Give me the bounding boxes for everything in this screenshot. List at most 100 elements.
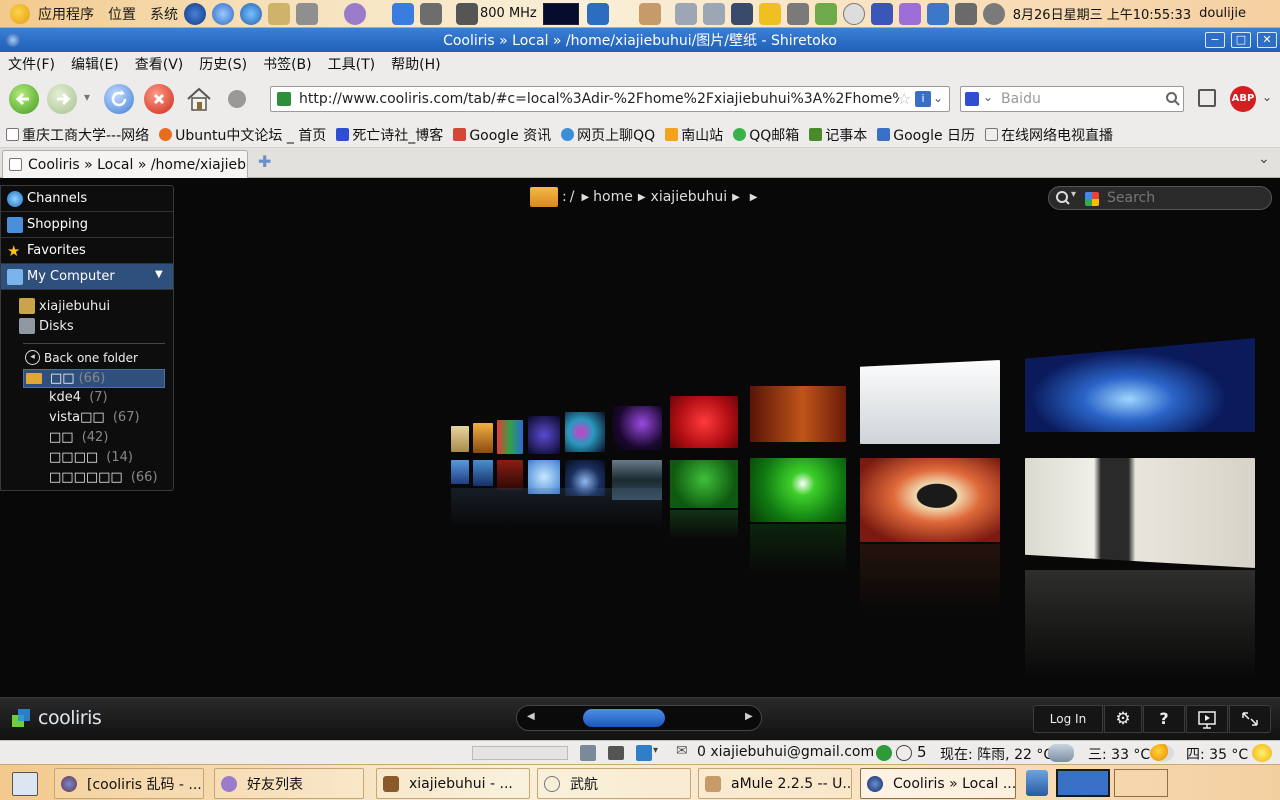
browser-launcher-icon[interactable] — [240, 2, 262, 25]
scroll-right-icon[interactable]: ▶ — [745, 711, 753, 722]
home-folder-icon[interactable] — [268, 2, 290, 25]
pencil-icon[interactable] — [758, 2, 781, 25]
page-info-icon[interactable]: i — [915, 91, 931, 107]
login-button[interactable]: Log In — [1033, 705, 1103, 733]
baidu-engine-icon[interactable] — [965, 92, 979, 106]
extension-icon[interactable] — [228, 90, 246, 108]
weather-now-label[interactable]: 现在: 阵雨, 22 °C — [940, 744, 1053, 764]
taskbar-item[interactable]: 好友列表 — [214, 768, 364, 799]
wallpaper-thumbnail[interactable] — [473, 423, 493, 453]
history-dropdown-icon[interactable]: ▾ — [84, 90, 90, 104]
status-icon[interactable] — [580, 745, 596, 761]
wallpaper-thumbnail[interactable] — [497, 460, 523, 490]
clipboard-icon[interactable] — [296, 2, 318, 25]
menu-help[interactable]: 帮助(H) — [391, 54, 440, 74]
wallpaper-thumbnail[interactable] — [670, 460, 738, 508]
timer-icon[interactable] — [896, 745, 912, 761]
rabbit-icon[interactable] — [638, 2, 661, 25]
menu-view[interactable]: 查看(V) — [135, 54, 184, 74]
forward-arrow-icon[interactable] — [47, 84, 77, 114]
wallpaper-thumbnail[interactable] — [860, 360, 1000, 444]
menu-bookmarks[interactable]: 书签(B) — [263, 54, 312, 74]
wallpaper-thumbnail[interactable] — [565, 412, 605, 452]
menu-file[interactable]: 文件(F) — [8, 54, 55, 74]
site-identity-icon[interactable] — [277, 92, 291, 106]
wall-scrubber[interactable]: ◀ ▶ — [516, 705, 762, 731]
drive-icon-2[interactable] — [702, 2, 725, 25]
wallpaper-thumbnail[interactable] — [750, 458, 846, 522]
workspace-switcher[interactable] — [1056, 769, 1110, 797]
status-check-icon[interactable] — [876, 745, 892, 761]
wallpaper-thumbnail[interactable] — [612, 406, 662, 450]
gmail-notifier-label[interactable]: 0 xiajiebuhui@gmail.com — [697, 744, 874, 760]
fullscreen-icon[interactable] — [1229, 705, 1271, 733]
wallpaper-thumbnail[interactable] — [497, 420, 523, 454]
wallpaper-thumbnail[interactable] — [528, 416, 560, 454]
bookmark-item[interactable]: Google 日历 — [877, 125, 975, 145]
wallpaper-thumbnail[interactable] — [1025, 458, 1255, 568]
help-button[interactable]: ? — [1143, 705, 1185, 733]
minimize-button[interactable]: − — [1205, 32, 1225, 48]
menu-edit[interactable]: 编辑(E) — [71, 54, 119, 74]
bookmark-item[interactable]: 重庆工商大学---网络 — [6, 125, 149, 145]
slideshow-icon[interactable] — [1186, 705, 1228, 733]
bookmark-item[interactable]: 死亡诗社_博客 — [336, 125, 443, 145]
wallpaper-thumbnail[interactable] — [451, 460, 469, 484]
ubuntu-logo-icon[interactable] — [10, 3, 30, 24]
window-menu-icon[interactable] — [6, 33, 20, 47]
menu-places[interactable]: 位置 — [108, 4, 136, 24]
drive-icon[interactable] — [674, 2, 697, 25]
wallpaper-thumbnail[interactable] — [750, 386, 846, 442]
scroll-left-icon[interactable]: ◀ — [527, 711, 535, 722]
scrubber-handle[interactable] — [583, 709, 665, 727]
cooliris-logo[interactable]: cooliris — [38, 707, 102, 729]
url-bar[interactable]: http://www.cooliris.com/tab/#c=local%3Ad… — [270, 86, 950, 112]
taskbar-item[interactable]: aMule 2.2.5 -- U... — [698, 768, 852, 799]
info-icon[interactable] — [870, 2, 893, 25]
search-magnifier-icon[interactable] — [1165, 91, 1181, 107]
url-text[interactable]: http://www.cooliris.com/tab/#c=local%3Ad… — [299, 91, 899, 107]
workspace-2[interactable] — [1114, 769, 1168, 797]
clock-label[interactable]: 8月26日星期三 上午10:55:33 — [1013, 4, 1191, 23]
url-dropdown-icon[interactable]: ⌄ — [933, 91, 943, 105]
xmarks-dropdown-icon[interactable]: ▾ — [653, 745, 658, 756]
taskbar-item[interactable]: xiajiebuhui - ... — [376, 768, 530, 799]
engine-dropdown-icon[interactable]: ⌄ — [983, 90, 993, 104]
window-tile-icon[interactable] — [1198, 89, 1216, 107]
bookmark-item[interactable]: QQ邮箱 — [733, 125, 799, 145]
screenshot-icon[interactable] — [420, 2, 442, 25]
xmarks-icon[interactable] — [636, 745, 652, 761]
volume-icon[interactable] — [982, 2, 1005, 25]
search-engine-box[interactable]: ⌄ Baidu — [960, 86, 1184, 112]
wallpaper-thumbnail[interactable] — [670, 396, 738, 448]
settings-gear-icon[interactable]: ⚙ — [1104, 705, 1142, 733]
bookmark-item[interactable]: 在线网络电视直播 — [985, 125, 1113, 145]
window-title-bar[interactable]: Cooliris » Local » /home/xiajiebuhui/图片/… — [0, 28, 1280, 52]
maximize-button[interactable]: □ — [1231, 32, 1251, 48]
close-window-button[interactable]: ✕ — [1257, 32, 1277, 48]
bookmark-item[interactable]: 南山站 — [665, 125, 723, 145]
menu-system[interactable]: 系统 — [150, 4, 178, 24]
thunderbird-launcher-icon[interactable] — [212, 2, 234, 25]
monitor-icon[interactable] — [730, 2, 753, 25]
menu-history[interactable]: 历史(S) — [199, 54, 247, 74]
image-wall[interactable] — [0, 178, 1280, 698]
trash-icon[interactable] — [1026, 770, 1048, 796]
taskbar-item[interactable]: [cooliris 乱码 - ... — [54, 768, 204, 799]
new-tab-button[interactable]: ✚ — [258, 152, 271, 171]
taskbar-item-active[interactable]: Cooliris » Local ... — [860, 768, 1016, 799]
tab-cooliris[interactable]: Cooliris » Local » /home/xiajieb... — [2, 150, 248, 178]
wallpaper-thumbnail[interactable] — [860, 458, 1000, 542]
gmail-icon[interactable]: ✉ — [676, 743, 688, 759]
status-icon[interactable] — [608, 746, 624, 760]
wallpaper-thumbnail[interactable] — [473, 460, 493, 486]
weather-wed-label[interactable]: 三: 33 °C — [1088, 744, 1150, 764]
menu-applications[interactable]: 应用程序 — [38, 4, 94, 24]
dictionary-icon[interactable] — [786, 2, 809, 25]
bookmark-item[interactable]: Ubuntu中文论坛 _ 首页 — [159, 125, 326, 145]
bookmark-item[interactable]: 网页上聊QQ — [561, 125, 655, 145]
trash-icon[interactable] — [586, 2, 609, 25]
adblock-dropdown-icon[interactable]: ⌄ — [1262, 90, 1272, 104]
bookmark-item[interactable]: 记事本 — [809, 125, 867, 145]
wallpaper-thumbnail[interactable] — [1025, 338, 1255, 432]
